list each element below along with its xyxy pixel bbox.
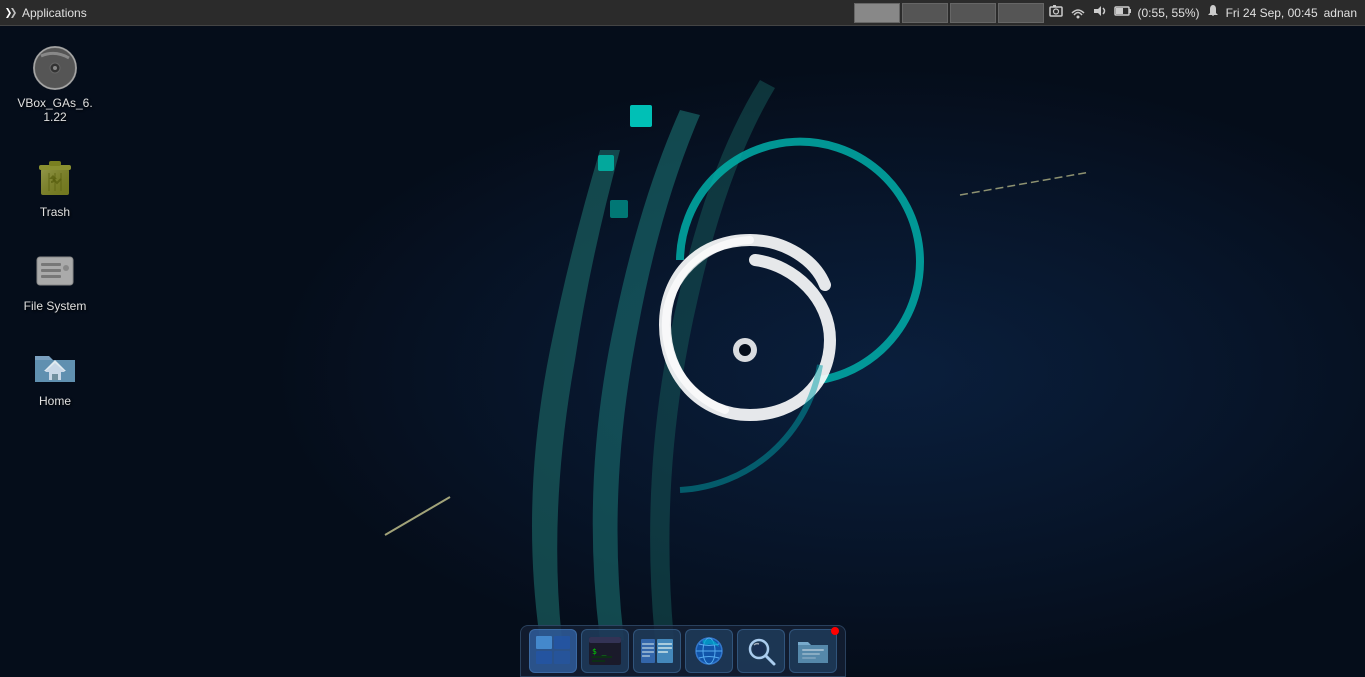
trash-icon-image	[31, 153, 79, 201]
search-icon	[743, 635, 779, 667]
taskbar-browser-wrapper	[685, 629, 733, 673]
file-manager-icon	[639, 635, 675, 667]
filesystem-icon-image	[31, 247, 79, 295]
taskbar-file-manager[interactable]	[633, 629, 681, 673]
desktop-icon-vbox[interactable]: VBox_GAs_6. 1.22	[10, 40, 100, 129]
taskbar-workspace-wrapper	[529, 629, 577, 673]
trash-icon	[31, 153, 79, 201]
taskbar-search[interactable]	[737, 629, 785, 673]
desktop-icon-filesystem[interactable]: File System	[10, 243, 100, 317]
drive-icon	[31, 247, 79, 295]
username: adnan	[1324, 6, 1357, 20]
datetime: Fri 24 Sep, 00:45	[1226, 6, 1318, 20]
desktop	[0, 0, 1365, 677]
taskbar-dock: $ _	[520, 625, 846, 677]
vbox-icon-image	[31, 44, 79, 92]
desktop-icon-home[interactable]: Home	[10, 338, 100, 412]
filesystem-icon-label: File System	[24, 299, 87, 313]
bell-icon[interactable]	[1206, 4, 1220, 21]
volume-icon[interactable]	[1092, 3, 1108, 22]
workspace-switcher-icon	[535, 635, 571, 667]
vbox-icon-label: VBox_GAs_6. 1.22	[17, 96, 92, 125]
taskbar-terminal[interactable]: $ _	[581, 629, 629, 673]
home-icon-image	[31, 342, 79, 390]
desktop-icon-trash[interactable]: Trash	[10, 149, 100, 223]
folder-icon	[795, 635, 831, 667]
battery-icon[interactable]	[1114, 3, 1132, 22]
topbar-left: Applications	[0, 6, 87, 20]
notification-dot	[831, 627, 839, 635]
svg-text:$ _: $ _	[592, 647, 607, 656]
workspace-btn-2[interactable]	[902, 3, 948, 23]
taskbar-fileman2-wrapper	[789, 629, 837, 673]
system-tray: (0:55, 55%) Fri 24 Sep, 00:45 adnan	[1048, 3, 1357, 22]
home-icon-label: Home	[39, 394, 71, 408]
taskbar-search-wrapper	[737, 629, 785, 673]
taskbar-web-browser[interactable]	[685, 629, 733, 673]
trash-icon-label: Trash	[40, 205, 70, 219]
terminal-icon: $ _	[587, 635, 623, 667]
web-browser-icon	[691, 635, 727, 667]
topbar: Applications	[0, 0, 1365, 26]
applications-label: Applications	[22, 6, 87, 20]
network-icon[interactable]	[1070, 3, 1086, 22]
xfce-icon	[4, 6, 18, 20]
workspace-btn-4[interactable]	[998, 3, 1044, 23]
taskbar-terminal-wrapper: $ _	[581, 629, 629, 673]
desktop-icons-area: VBox_GAs_6. 1.22	[10, 40, 100, 412]
topbar-right: (0:55, 55%) Fri 24 Sep, 00:45 adnan	[854, 3, 1365, 23]
workspace-btn-1[interactable]	[854, 3, 900, 23]
workspace-switcher-panel	[854, 3, 1044, 23]
taskbar-workspace-switcher[interactable]	[529, 629, 577, 673]
workspace-btn-3[interactable]	[950, 3, 996, 23]
disc-icon	[31, 44, 79, 92]
taskbar-file-manager-2[interactable]	[789, 629, 837, 673]
home-folder-icon	[31, 342, 79, 390]
applications-menu[interactable]: Applications	[4, 6, 87, 20]
screenshot-icon[interactable]	[1048, 3, 1064, 22]
taskbar-filemanager-wrapper	[633, 629, 681, 673]
battery-status: (0:55, 55%)	[1138, 6, 1200, 20]
